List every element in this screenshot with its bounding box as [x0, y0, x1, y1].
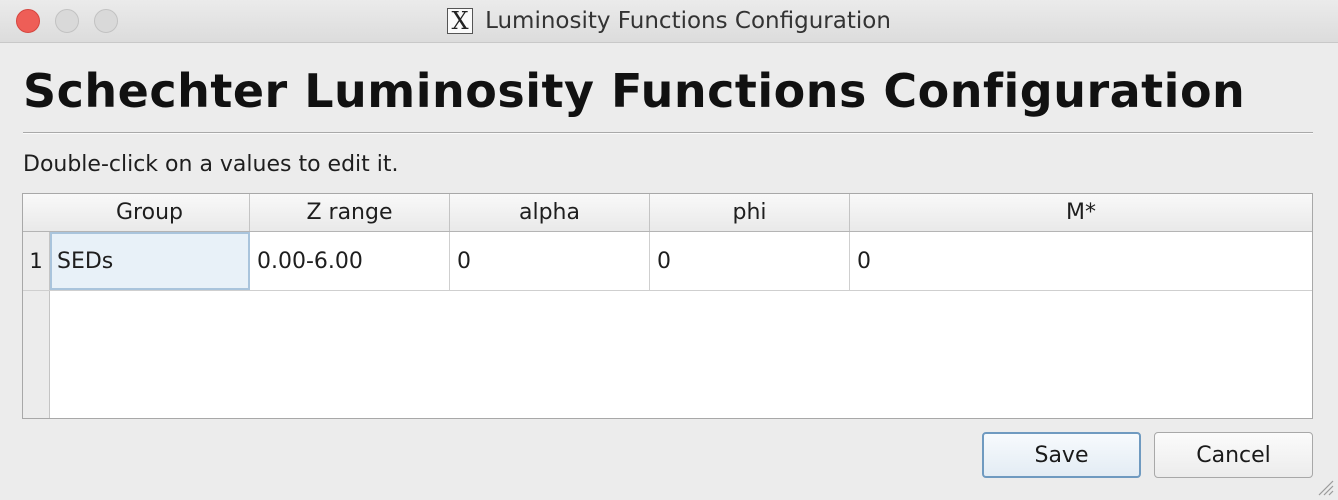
table-row: 1 SEDs 0.00-6.00 0 0 0	[23, 232, 1312, 291]
divider	[23, 132, 1313, 134]
table-header: Group Z range alpha phi M*	[23, 194, 1312, 232]
cell-z-range[interactable]: 0.00-6.00	[250, 232, 450, 290]
column-header-z-range[interactable]: Z range	[250, 194, 450, 231]
column-header-phi[interactable]: phi	[650, 194, 850, 231]
instructions-text: Double-click on a values to edit it.	[23, 152, 399, 177]
column-header-m-star[interactable]: M*	[850, 194, 1312, 231]
luminosity-table: Group Z range alpha phi M* 1 SEDs 0.00-6…	[22, 193, 1313, 419]
cell-group[interactable]: SEDs	[50, 232, 250, 290]
window-titlebar: X Luminosity Functions Configuration	[0, 0, 1338, 43]
column-header-group[interactable]: Group	[50, 194, 250, 231]
cancel-button[interactable]: Cancel	[1154, 432, 1313, 478]
cell-phi[interactable]: 0	[650, 232, 850, 290]
window-title: Luminosity Functions Configuration	[485, 8, 891, 34]
column-header-alpha[interactable]: alpha	[450, 194, 650, 231]
resize-grip-icon[interactable]	[1316, 478, 1334, 496]
page-title: Schechter Luminosity Functions Configura…	[23, 64, 1246, 118]
x11-icon: X	[447, 8, 474, 34]
save-button[interactable]: Save	[982, 432, 1141, 478]
row-number: 1	[23, 232, 50, 290]
window-title-group: X Luminosity Functions Configuration	[0, 0, 1338, 42]
cell-m-star[interactable]: 0	[850, 232, 1312, 290]
cell-alpha[interactable]: 0	[450, 232, 650, 290]
